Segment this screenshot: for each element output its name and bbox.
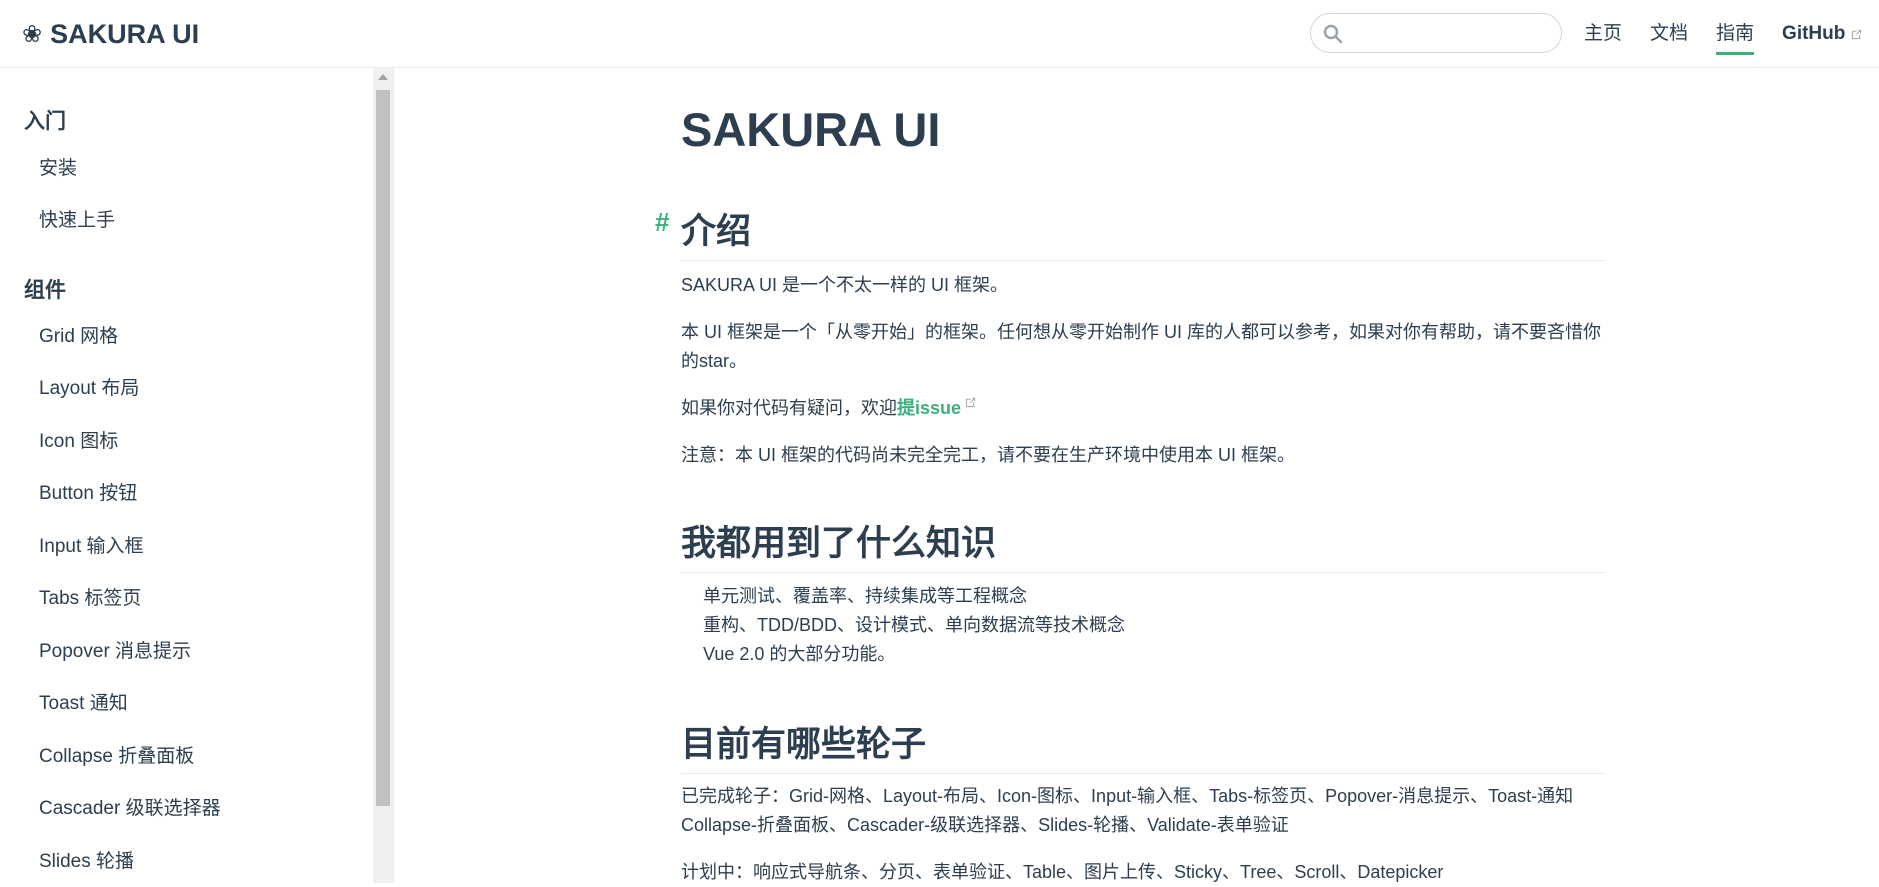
sidebar-item-slides[interactable]: Slides 轮播 bbox=[39, 846, 134, 873]
sakura-flower-icon: ❀ bbox=[22, 20, 43, 48]
sidebar-item-button[interactable]: Button 按钮 bbox=[39, 478, 137, 505]
sidebar-scrollbar[interactable] bbox=[373, 68, 393, 883]
nav-link-home[interactable]: 主页 bbox=[1584, 18, 1622, 50]
intro-paragraph-2: 本 UI 框架是一个「从零开始」的框架。任何想从零开始制作 UI 库的人都可以参… bbox=[681, 322, 1601, 371]
search-input[interactable] bbox=[1353, 20, 1552, 48]
external-link-icon bbox=[965, 397, 976, 408]
navbar: ❀ SAKURA UI 主页 文档 指南 GitHub bbox=[0, 0, 1879, 68]
nav-link-github-label: GitHub bbox=[1782, 23, 1846, 44]
sidebar-item-tabs[interactable]: Tabs 标签页 bbox=[39, 583, 141, 610]
sidebar-item-input[interactable]: Input 输入框 bbox=[39, 531, 144, 558]
sidebar-group-components[interactable]: 组件 bbox=[24, 274, 66, 304]
sidebar-item-collapse[interactable]: Collapse 折叠面板 bbox=[39, 741, 194, 768]
intro-paragraph-3-text: 如果你对代码有疑问，欢迎 bbox=[681, 398, 897, 418]
section-heading-knowledge: 我都用到了什么知识 bbox=[681, 515, 1606, 573]
external-link-icon bbox=[1852, 29, 1862, 39]
nav-link-docs[interactable]: 文档 bbox=[1650, 18, 1688, 50]
scrollbar-thumb[interactable] bbox=[376, 90, 390, 806]
nav-links: 主页 文档 指南 GitHub bbox=[1584, 18, 1863, 55]
section-heading-intro-text: 介绍 bbox=[681, 212, 752, 251]
sidebar: 入门 安装 快速上手 组件 Grid 网格 Layout 布局 Icon 图标 … bbox=[0, 68, 394, 883]
sidebar-item-grid[interactable]: Grid 网格 bbox=[39, 321, 118, 348]
section-heading-intro: # 介绍 bbox=[655, 203, 1606, 261]
wheels-completed-paragraph: 已完成轮子：Grid-网格、Layout-布局、Icon-图标、Input-输入… bbox=[681, 786, 1574, 835]
sidebar-group-getting-started[interactable]: 入门 bbox=[24, 105, 66, 135]
search-box[interactable] bbox=[1310, 13, 1562, 53]
nav-link-github[interactable]: GitHub bbox=[1782, 18, 1863, 50]
knowledge-list-item: Vue 2.0 的大部分功能。 bbox=[703, 644, 896, 664]
sidebar-item-quick-start[interactable]: 快速上手 bbox=[39, 205, 115, 232]
sidebar-item-install[interactable]: 安装 bbox=[39, 153, 77, 180]
scroll-up-arrow-icon[interactable] bbox=[373, 68, 393, 86]
knowledge-list-item: 重构、TDD/BDD、设计模式、单向数据流等技术概念 bbox=[703, 615, 1125, 635]
page-title: SAKURA UI bbox=[681, 103, 941, 156]
sidebar-item-popover[interactable]: Popover 消息提示 bbox=[39, 636, 191, 663]
brand-title: SAKURA UI bbox=[50, 18, 200, 49]
intro-paragraph-1: SAKURA UI 是一个不太一样的 UI 框架。 bbox=[681, 275, 1009, 295]
nav-link-guide[interactable]: 指南 bbox=[1716, 18, 1755, 55]
intro-paragraph-4: 注意：本 UI 框架的代码尚未完全完工，请不要在生产环境中使用本 UI 框架。 bbox=[681, 445, 1296, 465]
issue-link[interactable]: 提issue bbox=[897, 397, 977, 418]
section-heading-wheels: 目前有哪些轮子 bbox=[681, 716, 1606, 774]
sidebar-item-toast[interactable]: Toast 通知 bbox=[39, 688, 128, 715]
search-icon bbox=[1323, 24, 1343, 44]
intro-paragraph-3: 如果你对代码有疑问，欢迎提issue bbox=[681, 394, 1606, 423]
knowledge-list-item: 单元测试、覆盖率、持续集成等工程概念 bbox=[703, 586, 1027, 606]
brand-link[interactable]: ❀ SAKURA UI bbox=[22, 14, 199, 54]
sidebar-item-icon[interactable]: Icon 图标 bbox=[39, 426, 118, 453]
header-anchor-link[interactable]: # bbox=[655, 207, 669, 238]
sidebar-item-layout[interactable]: Layout 布局 bbox=[39, 373, 139, 400]
sidebar-item-cascader[interactable]: Cascader 级联选择器 bbox=[39, 793, 221, 820]
